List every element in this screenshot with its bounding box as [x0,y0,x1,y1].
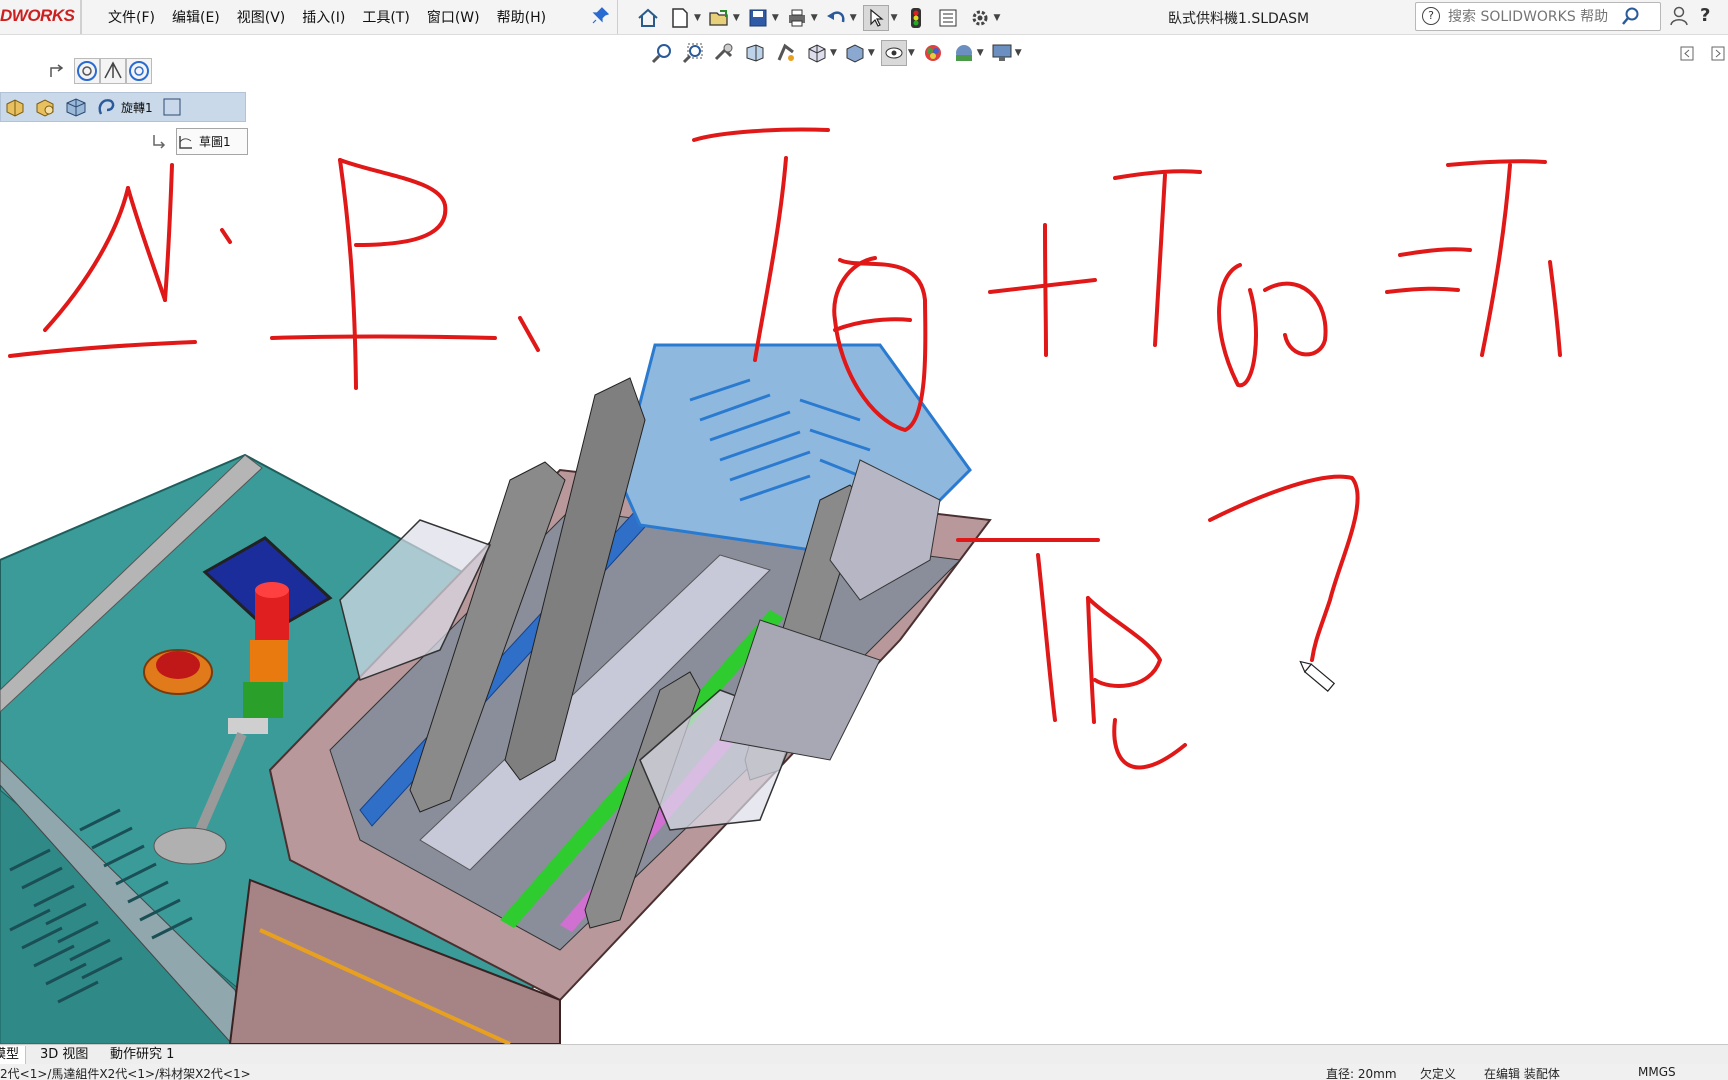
status-units[interactable]: MMGS [1638,1065,1676,1079]
viewport-window-controls [1680,46,1726,66]
plane-icon [163,98,181,116]
standard-toolbar: ▼ ▼ ▼ ▼ ▼ ▼ ▼ [636,5,1006,31]
3d-model-view[interactable] [0,0,1728,1046]
zoom-to-fit-icon[interactable] [650,41,674,65]
pencil-cursor-icon [1299,660,1336,692]
tab-motion-study[interactable]: 動作研究 1 [104,1046,180,1064]
apply-scene-dropdown-icon[interactable]: ▼ [977,48,984,58]
menu-view[interactable]: 视图(V) [237,7,286,27]
hide-show-dropdown-icon[interactable]: ▼ [908,48,915,58]
file-properties-icon[interactable] [936,6,960,30]
sketch-node-button[interactable]: 草圖1 [176,128,248,155]
menu-file[interactable]: 文件(F) [108,7,155,27]
search-icon[interactable] [1620,6,1642,26]
view-settings-icon[interactable] [990,41,1014,65]
concentric-mate-icon[interactable] [74,58,100,84]
open-icon[interactable] [707,6,731,30]
save-icon[interactable] [746,6,770,30]
context-toolbar [48,58,152,84]
sketch-icon [179,135,192,149]
select-icon[interactable] [862,5,889,31]
sketch-arrow-icon [153,134,166,149]
new-doc-dropdown-icon[interactable]: ▼ [694,13,701,23]
new-doc-icon[interactable] [668,6,692,30]
menu-tools[interactable]: 工具(T) [362,7,409,27]
solidworks-logo[interactable]: DWORKS [0,6,78,28]
view-orientation-dropdown-icon[interactable]: ▼ [830,48,837,58]
pin-menu-icon[interactable] [592,6,610,24]
menu-help[interactable]: 帮助(H) [497,7,546,27]
sketch-label: 草圖1 [199,135,231,149]
breadcrumb-part[interactable] [61,93,91,121]
breadcrumb-subassembly[interactable] [31,93,61,121]
print-dropdown-icon[interactable]: ▼ [811,13,818,23]
breadcrumb-plane[interactable] [157,93,187,121]
save-dropdown-icon[interactable]: ▼ [772,13,779,23]
status-definition: 欠定义 [1420,1067,1457,1080]
view-orientation-icon[interactable] [805,41,829,65]
tab-3d-view[interactable]: 3D 视图 [34,1046,94,1064]
part-icon [66,98,86,117]
heads-up-view-toolbar: ▼ ▼ ▼ ▼ ▼ [650,40,1028,66]
menu-window[interactable]: 窗口(W) [427,7,480,27]
user-account-icon[interactable] [1670,6,1688,26]
breadcrumb-revolve-label: 旋轉1 [121,100,153,115]
help-search-input[interactable] [1446,6,1625,28]
help-icon[interactable]: ? [1700,5,1710,26]
document-title: 臥式供料機1.SLDASM [1168,11,1310,27]
options-dropdown-icon[interactable]: ▼ [994,13,1001,23]
open-dropdown-icon[interactable]: ▼ [733,13,740,23]
menu-edit[interactable]: 编辑(E) [172,7,220,27]
menu-insert[interactable]: 插入(I) [302,7,345,27]
display-style-dropdown-icon[interactable]: ▼ [868,48,875,58]
status-diameter: 直径: 20mm [1326,1067,1397,1080]
logo-divider [80,0,82,34]
model-tab-bar: 模型 3D 视图 動作研究 1 [0,1044,1728,1065]
angle-mate-icon[interactable] [100,58,126,84]
main-menu: 文件(F) 编辑(E) 视图(V) 插入(I) 工具(T) 窗口(W) 帮助(H… [108,7,563,27]
menu-bar: DWORKS 文件(F) 编辑(E) 视图(V) 插入(I) 工具(T) 窗口(… [0,0,1728,35]
breadcrumb: 旋轉1 [0,92,246,122]
zoom-area-icon[interactable] [681,41,705,65]
tab-model[interactable]: 模型 [0,1046,27,1065]
home-icon[interactable] [636,6,660,30]
edit-appearance-icon[interactable] [921,41,945,65]
previous-view-icon[interactable] [712,41,736,65]
help-search-box[interactable]: ? [1415,2,1661,31]
toolbar-divider [617,0,618,34]
section-view-icon[interactable] [743,41,767,65]
undo-icon[interactable] [824,6,848,30]
status-bar: 2代<1>/馬達組件X2代<1>/料材架X2代<1> 直径: 20mm 欠定义 … [0,1064,1728,1080]
breadcrumb-revolve[interactable]: 旋轉1 [91,93,157,121]
status-selection-path: 2代<1>/馬達組件X2代<1>/料材架X2代<1> [0,1067,251,1080]
undo-dropdown-icon[interactable]: ▼ [850,13,857,23]
breadcrumb-sketch: 草圖1 [150,128,248,155]
apply-scene-icon[interactable] [952,41,976,65]
revolve-icon [98,99,115,115]
breadcrumb-assembly[interactable] [1,93,31,121]
status-editing: 在编辑 装配体 [1484,1067,1560,1080]
select-dropdown-icon[interactable]: ▼ [891,13,898,23]
print-icon[interactable] [785,6,809,30]
subassembly-icon [36,99,54,117]
hide-show-icon[interactable] [880,40,907,66]
assembly-icon [6,99,24,117]
options-icon[interactable] [968,6,992,30]
rebuild-icon[interactable] [904,6,928,30]
view-settings-dropdown-icon[interactable]: ▼ [1015,48,1022,58]
display-style-icon[interactable] [843,41,867,65]
graphics-viewport[interactable] [0,0,1728,1046]
viewport-collapse-icon[interactable] [1680,46,1726,62]
dynamic-annotation-icon[interactable] [774,41,798,65]
redirect-arrow-icon[interactable] [48,62,66,80]
coincident-mate-icon[interactable] [126,58,152,84]
help-question-icon: ? [1422,7,1440,25]
